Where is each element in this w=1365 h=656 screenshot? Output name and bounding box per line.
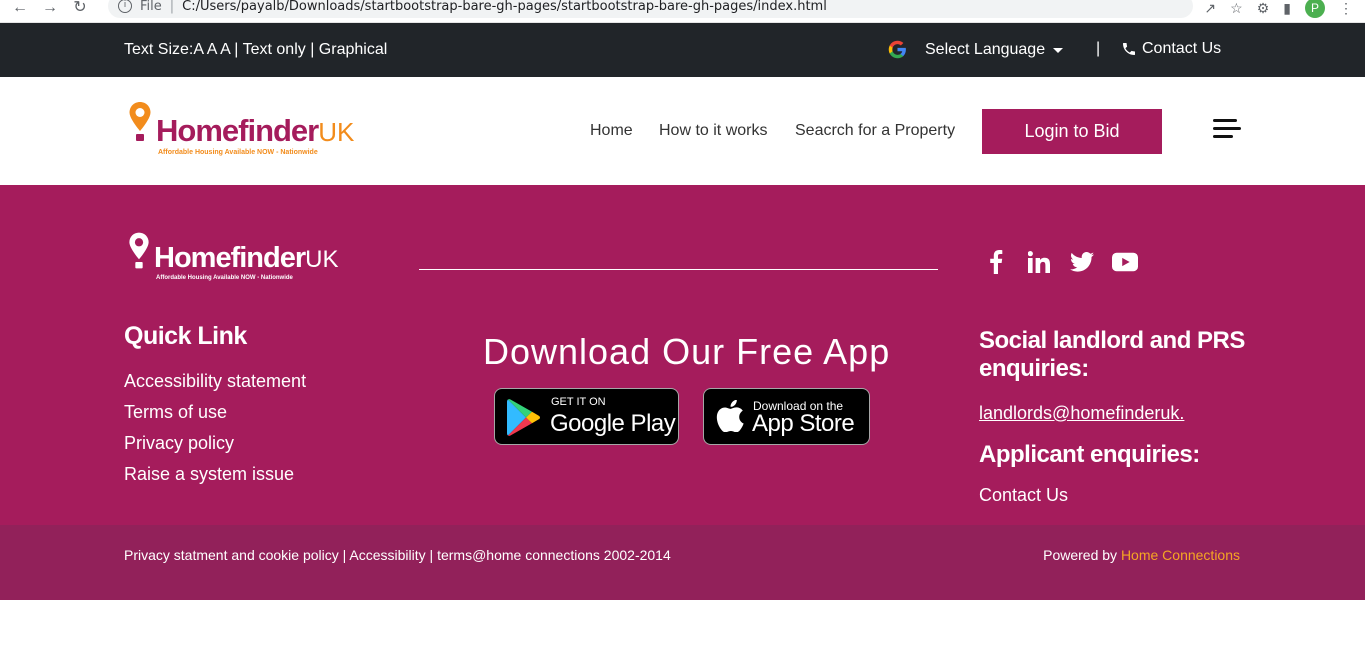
extension-icon[interactable]: ⚙ [1257,0,1270,17]
login-to-bid-button[interactable]: Login to Bid [982,109,1162,154]
nav-how-it-works[interactable]: How to it works [659,122,767,140]
caret-down-icon [1053,48,1064,53]
homefinder-logo[interactable]: HomefinderUK Affordable Housing Availabl… [126,101,358,159]
logo-uk: UK [318,117,355,147]
youtube-icon[interactable] [1112,249,1138,275]
language-label: Select Language [925,40,1046,58]
share-icon[interactable]: ↗ [1204,0,1216,17]
footer-divider [419,269,938,270]
language-selector[interactable]: Select Language [887,39,1064,60]
site-header: HomefinderUK Affordable Housing Availabl… [0,77,1365,185]
linkedin-icon[interactable] [1026,249,1052,275]
footer-logo-uk: UK [305,246,339,273]
powered-by-label: Powered by [1043,547,1118,563]
footer-logo-wordmark: HomefinderUK [154,242,338,275]
facebook-icon[interactable] [983,249,1009,275]
nav-home[interactable]: Home [590,122,633,140]
social-links [983,249,1138,275]
quick-link-heading: Quick Link [124,322,247,350]
landlord-email-link[interactable]: landlords@homefinderuk. [979,403,1184,424]
google-play-badge[interactable]: GET IT ON Google Play [494,388,679,445]
applicant-enquiries-heading: Applicant enquiries: [979,441,1200,468]
browser-toolbar: ← → ↻ i File | C:/Users/payalb/Downloads… [0,0,1365,23]
menu-icon[interactable] [1210,119,1242,145]
quick-link-raise-issue[interactable]: Raise a system issue [124,463,306,494]
apple-icon [716,400,744,432]
google-icon [888,40,906,59]
topbar-divider: | [1096,40,1101,57]
site-footer: HomefinderUK Affordable Housing Availabl… [0,185,1365,525]
google-play-icon [507,399,540,436]
profile-avatar[interactable]: P [1305,0,1325,18]
app-store-badge[interactable]: Download on the App Store [703,388,870,445]
back-arrow-icon[interactable]: ← [10,0,30,21]
browser-actions: ↗ ☆ ⚙ ▮ P ⋮ [1204,0,1353,18]
footer-bottom-bar: Privacy statment and cookie policy | Acc… [0,525,1365,600]
url-separator: | [169,0,175,14]
landlord-enquiries-heading: Social landlord and PRS enquiries: [979,327,1245,382]
url-text[interactable]: C:/Users/payalb/Downloads/startbootstrap… [182,0,827,14]
phone-icon [1123,43,1135,55]
nav-search-property[interactable]: Seacrch for a Property [795,122,955,140]
logo-tagline: Affordable Housing Available NOW - Natio… [158,149,318,156]
reload-icon[interactable]: ↻ [70,0,90,21]
quick-link-accessibility[interactable]: Accessibility statement [124,370,306,401]
more-menu-icon[interactable]: ⋮ [1339,0,1353,17]
powered-by: Powered by Home Connections [1043,547,1240,563]
forward-arrow-icon[interactable]: → [40,0,60,21]
google-play-small-text: GET IT ON [551,396,606,408]
home-connections-link[interactable]: Home Connections [1121,547,1240,563]
quick-link-terms[interactable]: Terms of use [124,401,306,432]
star-icon[interactable]: ☆ [1230,0,1243,17]
footer-logo-tagline: Affordable Housing Available NOW - Natio… [156,275,293,281]
info-icon[interactable]: i [118,0,132,13]
text-size-options[interactable]: Text Size:A A A | Text only | Graphical [124,41,387,59]
footer-logo[interactable]: HomefinderUK Affordable Housing Availabl… [126,231,358,287]
quick-link-privacy[interactable]: Privacy policy [124,432,306,463]
logo-wordmark: HomefinderUK [156,113,354,149]
location-pin-icon [129,232,149,269]
sidebar-icon[interactable]: ▮ [1283,0,1291,17]
location-pin-icon [129,102,151,141]
address-bar[interactable]: i File | C:/Users/payalb/Downloads/start… [108,0,1193,18]
footer-logo-word: Homefinder [154,242,306,274]
twitter-icon[interactable] [1069,249,1095,275]
url-scheme: File [140,0,162,14]
download-app-heading: Download Our Free App [483,331,891,372]
quick-link-list: Accessibility statement Terms of use Pri… [124,370,306,494]
app-store-big-text: App Store [752,410,855,437]
legal-links[interactable]: Privacy statment and cookie policy | Acc… [124,547,671,563]
contact-us-label: Contact Us [1142,40,1222,57]
footer-contact-us-link[interactable]: Contact Us [979,485,1068,506]
logo-word: Homefinder [156,113,319,148]
contact-us-link[interactable]: Contact Us [1121,40,1221,58]
utility-bar: Text Size:A A A | Text only | Graphical … [0,23,1365,77]
google-play-big-text: Google Play [550,410,676,437]
